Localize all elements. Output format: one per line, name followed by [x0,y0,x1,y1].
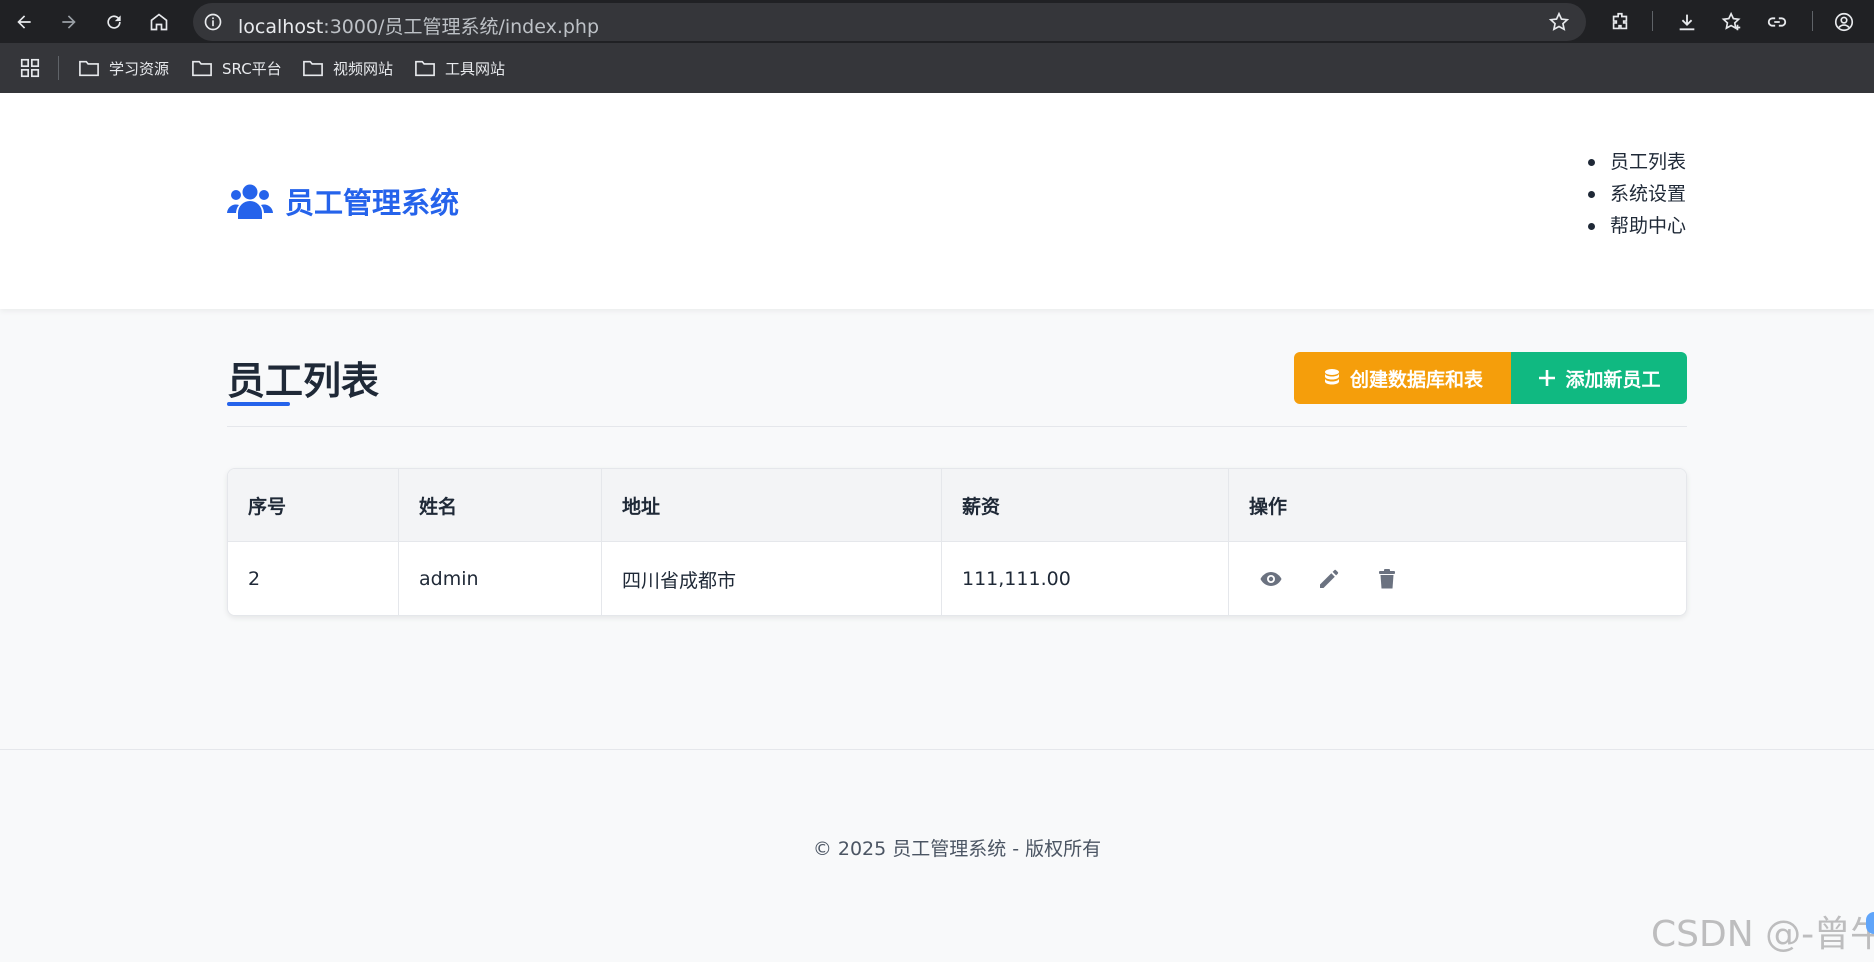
back-icon[interactable] [11,9,37,35]
bookmark-folder-video[interactable]: 视频网站 [302,56,393,80]
pencil-icon [1320,569,1339,588]
page-content: 员工管理系统 员工列表 系统设置 帮助中心 员工列表 创建数据库和表 添加新员工… [0,93,1874,962]
bookmark-label: 工具网站 [445,59,506,78]
users-icon [227,184,273,219]
folder-icon [303,60,323,77]
url-host: localhost [238,16,324,38]
floating-assistant-dot[interactable] [1866,912,1874,934]
main-nav: 员工列表 系统设置 帮助中心 [1587,146,1686,242]
site-info-icon[interactable] [203,12,223,32]
database-icon [1324,369,1339,385]
add-employee-button[interactable]: 添加新员工 [1511,352,1687,404]
logo-text: 员工管理系统 [285,186,460,220]
add-employee-label: 添加新员工 [1565,368,1661,391]
column-header-salary: 薪资 [942,469,1229,541]
bookmark-folder-study[interactable]: 学习资源 [78,56,169,80]
extensions-icon[interactable] [1608,10,1632,34]
bookmarks-bar: 学习资源 SRC平台 视频网站 工具网站 [0,43,1874,93]
delete-button[interactable] [1375,567,1399,591]
address-bar[interactable]: localhost:3000/员工管理系统/index.php [193,3,1586,41]
column-header-id: 序号 [228,469,399,541]
bookmark-label: 视频网站 [333,59,394,78]
create-database-button[interactable]: 创建数据库和表 [1294,352,1511,404]
apps-grid-icon[interactable] [19,57,41,79]
column-header-address: 地址 [602,469,942,541]
cell-salary: 111,111.00 [942,542,1229,615]
cell-id: 2 [228,542,399,615]
cell-actions [1229,542,1686,615]
eye-icon [1260,572,1282,586]
bookmark-folder-src[interactable]: SRC平台 [191,56,282,80]
table-row: 2 admin 四川省成都市 111,111.00 [228,542,1686,615]
title-underline [227,402,290,406]
employee-table: 序号 姓名 地址 薪资 操作 2 admin 四川省成都市 111,111.00 [227,468,1687,616]
url-text[interactable]: localhost:3000/员工管理系统/index.php [238,12,599,39]
cell-address: 四川省成都市 [602,542,942,615]
create-database-label: 创建数据库和表 [1349,368,1483,391]
profile-icon[interactable] [1832,10,1856,34]
column-header-name: 姓名 [399,469,602,541]
forward-icon[interactable] [56,9,82,35]
favorites-icon[interactable] [1720,10,1744,34]
view-button[interactable] [1259,567,1283,591]
url-path: :3000/员工管理系统/index.php [323,16,600,38]
folder-icon [415,60,435,77]
toolbar-divider [1812,11,1813,31]
column-header-actions: 操作 [1249,495,1288,518]
watermark: CSDN @-曾牛 [1651,914,1874,955]
home-icon[interactable] [146,9,172,35]
page-title: 员工列表 [227,359,380,403]
bookmark-star-icon[interactable] [1548,11,1570,33]
bookmark-folder-tools[interactable]: 工具网站 [414,56,505,80]
bookmark-label: SRC平台 [222,59,282,78]
footer-copyright: © 2025 员工管理系统 - 版权所有 [812,838,1102,860]
link-icon[interactable] [1765,10,1789,34]
cell-name: admin [399,542,602,615]
footer-divider [0,749,1874,750]
nav-item-employee-list[interactable]: 员工列表 [1587,146,1686,178]
bookmark-label: 学习资源 [109,59,170,78]
folder-icon [79,60,99,77]
reload-icon[interactable] [101,9,127,35]
title-divider [227,426,1687,427]
site-header: 员工管理系统 员工列表 系统设置 帮助中心 [0,93,1874,309]
nav-item-help[interactable]: 帮助中心 [1587,210,1686,242]
trash-icon [1379,569,1395,589]
plus-icon [1539,370,1556,386]
nav-item-settings[interactable]: 系统设置 [1587,178,1686,210]
folder-icon [192,60,212,77]
table-header: 序号 姓名 地址 薪资 操作 [228,469,1686,542]
toolbar-divider [1652,11,1653,31]
browser-toolbar: localhost:3000/员工管理系统/index.php [0,0,1874,43]
download-icon[interactable] [1675,10,1699,34]
site-logo[interactable]: 员工管理系统 [227,180,459,222]
edit-button[interactable] [1317,567,1341,591]
bookmarks-divider [58,56,59,80]
